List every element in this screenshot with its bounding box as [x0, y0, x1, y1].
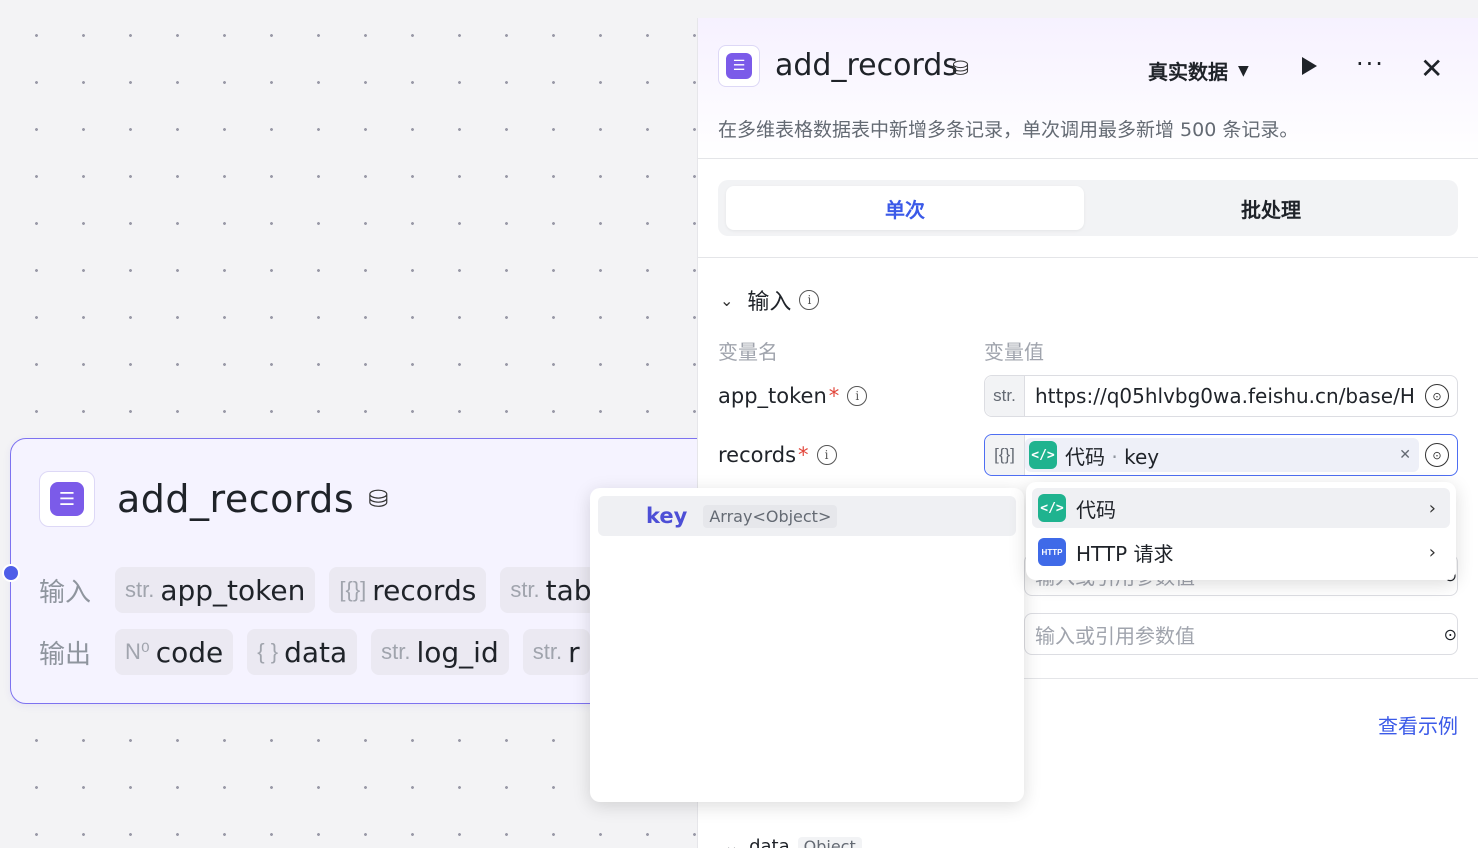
run-mode-tabs: 单次 批处理: [718, 180, 1458, 236]
var-label-app-token: app_token * i: [718, 384, 868, 408]
plugin-icon: ⛁: [368, 485, 389, 513]
type-badge: str.: [985, 376, 1025, 416]
more-icon[interactable]: ···: [1356, 50, 1385, 78]
node-header: ☰ add_records ⛁: [39, 471, 388, 527]
records-field[interactable]: [{}] </> 代码 · key ✕ ⊙: [984, 434, 1458, 476]
tab-single[interactable]: 单次: [726, 186, 1084, 230]
node-output-chip: str. log_id: [371, 629, 509, 675]
type-badge: [{}]: [985, 435, 1025, 475]
var-label-records: records * i: [718, 443, 837, 467]
column-header-name: 变量名: [718, 340, 778, 364]
app-token-value[interactable]: https://q05hlvbg0wa.feishu.cn/base/H: [1025, 384, 1425, 408]
info-icon[interactable]: i: [816, 445, 837, 465]
menu-item-code[interactable]: </> 代码 ›: [1032, 488, 1450, 528]
divider: [698, 257, 1478, 258]
bitable-app-icon: ☰: [39, 471, 95, 527]
app-token-field[interactable]: str. https://q05hlvbg0wa.feishu.cn/base/…: [984, 375, 1458, 417]
param-field[interactable]: 输入或引用参数值 ⊙: [1024, 613, 1458, 655]
plugin-icon: ⛁: [952, 56, 969, 80]
info-icon[interactable]: i: [799, 290, 820, 310]
code-icon: </>: [1029, 441, 1057, 469]
close-icon[interactable]: ✕: [1420, 52, 1443, 85]
clear-icon[interactable]: ✕: [1399, 447, 1411, 463]
node-outputs-row: 输出 N⁰ code { } data str. log_id str. r: [39, 629, 604, 675]
node-input-label: 输入: [39, 577, 92, 608]
chevron-down-icon: ⌄: [724, 836, 740, 848]
node-input-chip: str. app_token: [115, 567, 316, 613]
column-header-value: 变量值: [984, 340, 1044, 364]
code-icon: </>: [1038, 494, 1066, 522]
reference-icon[interactable]: ⊙: [1425, 443, 1449, 467]
http-icon: HTTP: [1038, 538, 1066, 566]
tab-batch[interactable]: 批处理: [1092, 186, 1450, 230]
node-input-chip: [{}] records: [329, 567, 487, 613]
variable-option[interactable]: key Array<Object>: [598, 496, 1016, 536]
input-section-header[interactable]: ⌄ 输入 i: [720, 284, 820, 316]
divider: [698, 158, 1478, 159]
node-output-chip: str. r: [522, 629, 590, 675]
chevron-down-icon: ⌄: [720, 290, 734, 310]
node-output-chip: N⁰ code: [115, 629, 234, 675]
node-title: add_records: [117, 477, 355, 521]
node-output-label: 输出: [39, 639, 92, 670]
menu-item-http[interactable]: HTTP HTTP 请求 ›: [1032, 532, 1450, 572]
reference-icon[interactable]: ⊙: [1444, 625, 1457, 644]
source-node-menu: </> 代码 › HTTP HTTP 请求 ›: [1026, 482, 1456, 580]
variable-picker-popover: key Array<Object>: [590, 488, 1024, 802]
data-mode-dropdown[interactable]: 真实数据 ▼: [1148, 56, 1249, 85]
node-input-port[interactable]: [2, 564, 20, 582]
node-input-chip: str. tab: [500, 567, 602, 613]
caret-down-icon: ▼: [1238, 62, 1249, 79]
panel-description: 在多维表格数据表中新增多条记录，单次调用最多新增 500 条记录。: [718, 119, 1299, 141]
reference-icon[interactable]: ⊙: [1425, 384, 1449, 408]
view-example-link[interactable]: 查看示例: [1378, 710, 1458, 739]
bitable-app-icon: ☰: [718, 45, 760, 87]
output-data-row: ⌄ data Object: [724, 836, 862, 848]
chevron-right-icon: ›: [1428, 541, 1436, 563]
reference-chip[interactable]: </> 代码 · key ✕: [1025, 438, 1419, 472]
info-icon[interactable]: i: [847, 386, 868, 406]
node-output-chip: { } data: [247, 629, 358, 675]
chevron-right-icon: ›: [1428, 497, 1436, 519]
node-inputs-row: 输入 str. app_token [{}] records str. tab: [39, 567, 616, 613]
run-play-icon[interactable]: [1296, 54, 1320, 78]
panel-title: add_records: [775, 48, 958, 83]
type-badge: Array<Object>: [703, 504, 838, 528]
